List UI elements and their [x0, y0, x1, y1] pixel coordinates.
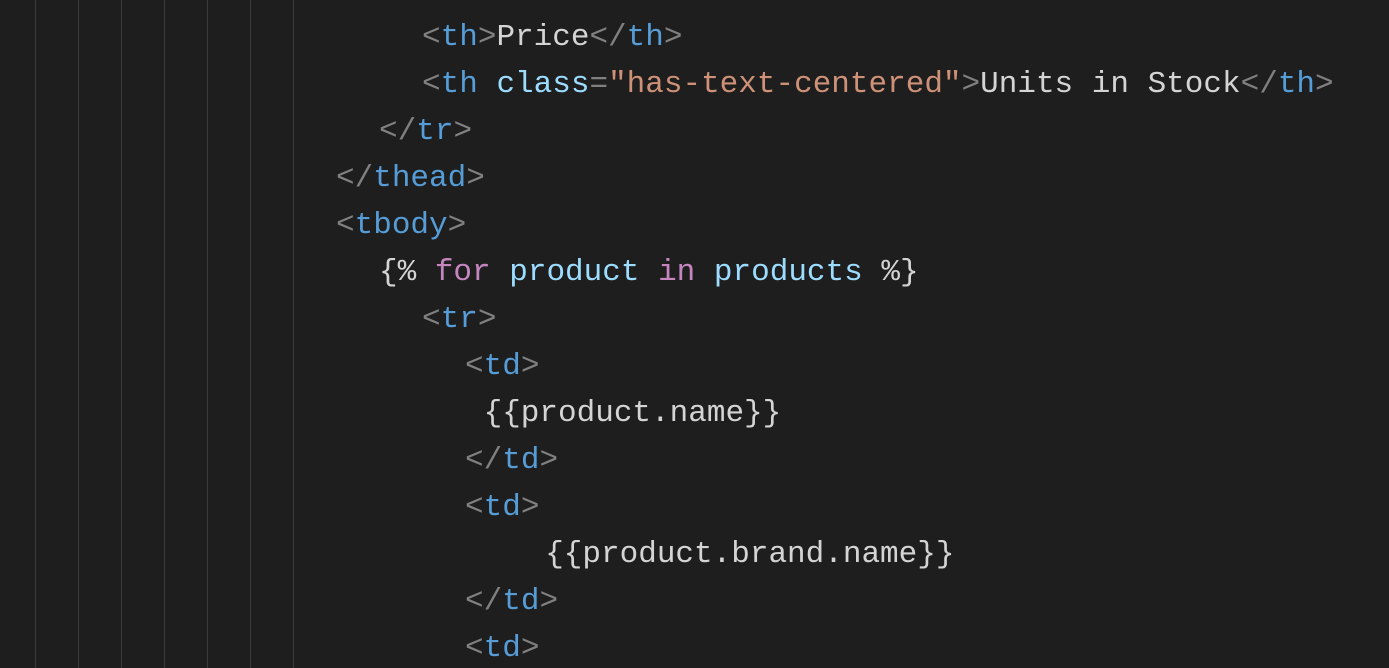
token-kw: for: [435, 255, 491, 290]
token-tmpl: [491, 255, 510, 290]
token-text: Brand: [496, 0, 589, 8]
token-punct: >: [664, 20, 683, 55]
token-tag: td: [484, 490, 521, 525]
token-punct: >: [448, 208, 467, 243]
token-punct: >: [539, 584, 558, 619]
code-line[interactable]: <th class="has-text-centered">Units in S…: [35, 61, 1334, 108]
token-punct: <: [465, 631, 484, 666]
token-punct: >: [453, 114, 472, 149]
code-line[interactable]: <tr>: [35, 296, 1334, 343]
token-tmpl: [639, 255, 658, 290]
code-block[interactable]: <th>Brand</th><th>Price</th><th class="h…: [35, 0, 1334, 668]
token-var: products: [714, 255, 863, 290]
token-punct: >: [478, 302, 497, 337]
token-punct: >: [521, 349, 540, 384]
token-punct: >: [664, 0, 683, 8]
token-punct: </: [1241, 67, 1278, 102]
token-tag: th: [441, 0, 478, 8]
token-kw: in: [658, 255, 695, 290]
token-punct: </: [336, 161, 373, 196]
code-line[interactable]: <th>Brand</th>: [35, 0, 1334, 14]
token-tag: td: [502, 443, 539, 478]
token-punct: <: [465, 349, 484, 384]
token-punct: >: [521, 490, 540, 525]
token-punct: </: [465, 584, 502, 619]
token-tag: th: [627, 0, 664, 8]
code-line[interactable]: </thead>: [35, 155, 1334, 202]
token-punct: <: [465, 490, 484, 525]
token-tag: th: [441, 20, 478, 55]
token-punct: >: [962, 67, 981, 102]
code-line[interactable]: <td>: [35, 625, 1334, 668]
token-text: {{product.brand.name}}: [508, 537, 954, 572]
code-line[interactable]: </td>: [35, 437, 1334, 484]
token-text: Units in Stock: [980, 67, 1240, 102]
token-punct: </: [465, 443, 502, 478]
token-punct: </: [379, 114, 416, 149]
token-punct: >: [521, 631, 540, 666]
token-punct: <: [336, 208, 355, 243]
token-punct: >: [478, 20, 497, 55]
token-tag: tbody: [355, 208, 448, 243]
token-punct: <: [422, 0, 441, 8]
token-punct: >: [478, 0, 497, 8]
token-tmpl: [695, 255, 714, 290]
token-punct: =: [589, 67, 608, 102]
code-line[interactable]: {% for product in products %}: [35, 249, 1334, 296]
token-tag: thead: [373, 161, 466, 196]
token-tag: th: [1278, 67, 1315, 102]
token-tag: tr: [441, 302, 478, 337]
token-tmpl: {%: [379, 255, 435, 290]
token-str: "has-text-centered": [608, 67, 961, 102]
token-punct: <: [422, 20, 441, 55]
token-punct: >: [539, 443, 558, 478]
code-editor-view[interactable]: <th>Brand</th><th>Price</th><th class="h…: [0, 0, 1389, 668]
token-text: Price: [496, 20, 589, 55]
token-punct: <: [422, 67, 441, 102]
token-punct: </: [589, 20, 626, 55]
token-tag: th: [627, 20, 664, 55]
token-tmpl: %}: [863, 255, 919, 290]
code-line[interactable]: </tr>: [35, 108, 1334, 155]
code-line[interactable]: <td>: [35, 343, 1334, 390]
token-tag: td: [484, 349, 521, 384]
token-tag: th: [441, 67, 478, 102]
code-line[interactable]: <td>: [35, 484, 1334, 531]
token-attr: class: [496, 67, 589, 102]
token-var: product: [509, 255, 639, 290]
token-punct: <: [422, 302, 441, 337]
code-line[interactable]: {{product.brand.name}}: [35, 531, 1334, 578]
token-punct: >: [466, 161, 485, 196]
token-text: [478, 67, 497, 102]
token-punct: >: [1315, 67, 1334, 102]
token-tag: tr: [416, 114, 453, 149]
token-tag: td: [502, 584, 539, 619]
code-line[interactable]: <th>Price</th>: [35, 14, 1334, 61]
code-line[interactable]: <tbody>: [35, 202, 1334, 249]
code-line[interactable]: {{product.name}}: [35, 390, 1334, 437]
token-tag: td: [484, 631, 521, 666]
token-punct: </: [589, 0, 626, 8]
code-line[interactable]: </td>: [35, 578, 1334, 625]
token-text: {{product.name}}: [465, 396, 781, 431]
